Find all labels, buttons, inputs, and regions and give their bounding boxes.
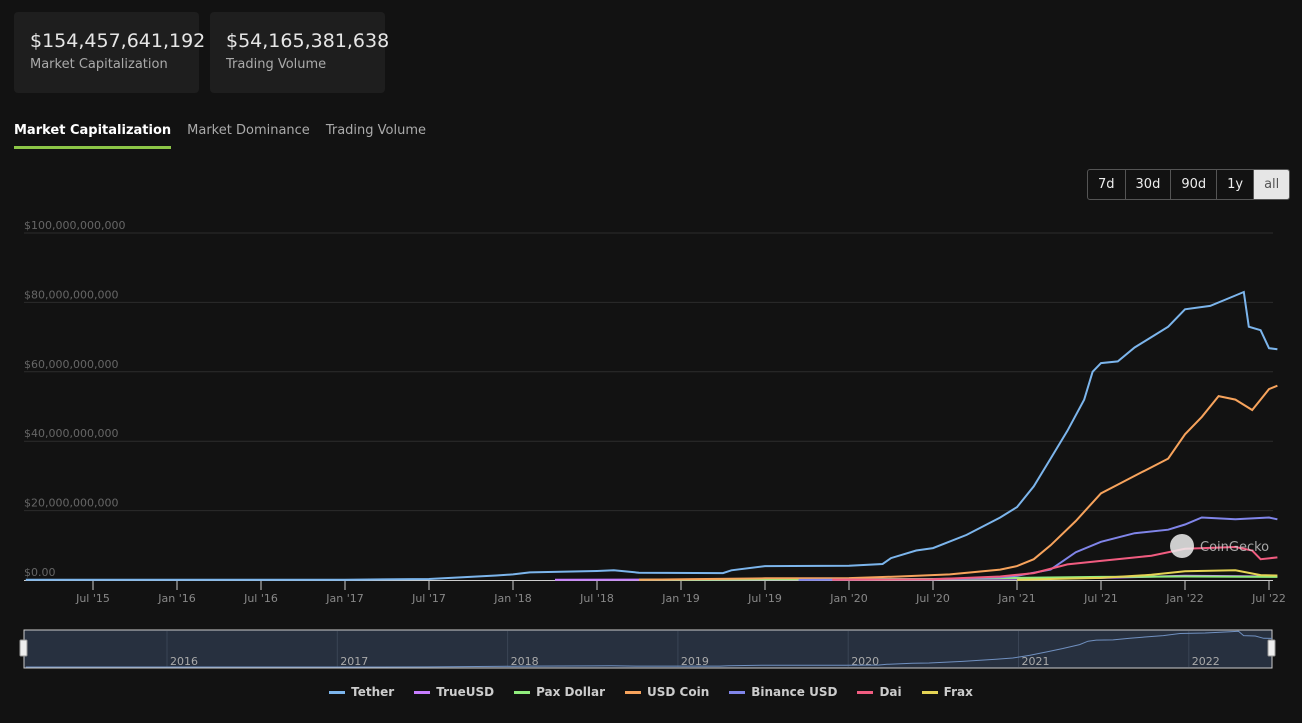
legend-swatch	[729, 691, 746, 694]
x-tick-label: Jan '19	[661, 592, 699, 605]
legend-swatch	[625, 691, 641, 694]
x-tick-label: Jul '15	[75, 592, 110, 605]
legend-swatch	[329, 691, 346, 694]
x-tick-label: Jul '16	[243, 592, 278, 605]
legend-label: Dai	[879, 685, 902, 699]
navigator-window	[23, 629, 1273, 669]
legend-label: Pax Dollar	[536, 685, 605, 699]
x-tick-label: Jul '20	[915, 592, 950, 605]
navigator-year-label: 2016	[170, 655, 198, 668]
navigator-year-label: 2020	[851, 655, 879, 668]
legend-swatch	[414, 691, 431, 694]
y-tick-label: $80,000,000,000	[24, 288, 118, 301]
y-tick-label: $100,000,000,000	[24, 219, 125, 232]
series-line-frax	[1016, 569, 1278, 581]
x-tick-label: Jul '18	[579, 592, 614, 605]
market-cap-chart: $0.00 $20,000,000,000 $40,000,000,000 $60,0…	[19, 219, 1286, 669]
legend-item-tether[interactable]: Tether	[329, 685, 394, 699]
navigator-year-label: 2021	[1022, 655, 1050, 668]
legend-label: TrueUSD	[436, 685, 495, 699]
x-tick-label: Jul '21	[1083, 592, 1118, 605]
legend-item-frax[interactable]: Frax	[921, 685, 973, 699]
legend-swatch	[514, 691, 531, 694]
legend-item-pax-dollar[interactable]: Pax Dollar	[514, 685, 605, 699]
series-line-tether	[25, 290, 1278, 581]
coingecko-watermark: CoinGecko	[1170, 534, 1269, 558]
legend-item-trueusd[interactable]: TrueUSD	[414, 685, 494, 699]
x-tick-label: Jan '16	[157, 592, 195, 605]
legend-label: USD Coin	[647, 685, 710, 699]
y-tick-label: $0.00	[24, 566, 56, 579]
navigator-year-label: 2017	[340, 655, 368, 668]
x-tick-label: Jan '21	[997, 592, 1035, 605]
navigator-year-label: 2022	[1192, 655, 1220, 668]
legend-label: Binance USD	[751, 685, 838, 699]
x-tick-label: Jan '22	[1165, 592, 1203, 605]
x-tick-label: Jul '17	[411, 592, 446, 605]
legend-item-usd-coin[interactable]: USD Coin	[625, 685, 709, 699]
legend-swatch	[921, 691, 938, 694]
legend-label: Tether	[351, 685, 395, 699]
x-tick-label: Jul '19	[747, 592, 782, 605]
legend-item-dai[interactable]: Dai	[857, 685, 902, 699]
legend-swatch	[857, 691, 874, 694]
navigator-right-handle[interactable]	[1267, 639, 1276, 657]
chart-legend: Tether TrueUSD Pax Dollar USD Coin Binance U…	[0, 685, 1302, 699]
navigator-left-handle[interactable]	[19, 639, 28, 657]
x-tick-label: Jan '18	[493, 592, 531, 605]
x-tick-label: Jul '22	[1251, 592, 1286, 605]
x-tick-label: Jan '20	[829, 592, 867, 605]
y-tick-label: $60,000,000,000	[24, 358, 118, 371]
x-tick-label: Jan '17	[325, 592, 363, 605]
y-tick-label: $20,000,000,000	[24, 497, 118, 510]
y-tick-label: $40,000,000,000	[24, 427, 118, 440]
legend-label: Frax	[943, 685, 973, 699]
watermark-text: CoinGecko	[1200, 540, 1269, 555]
coingecko-logo-icon	[1170, 534, 1194, 558]
legend-item-binance-usd[interactable]: Binance USD	[729, 685, 837, 699]
